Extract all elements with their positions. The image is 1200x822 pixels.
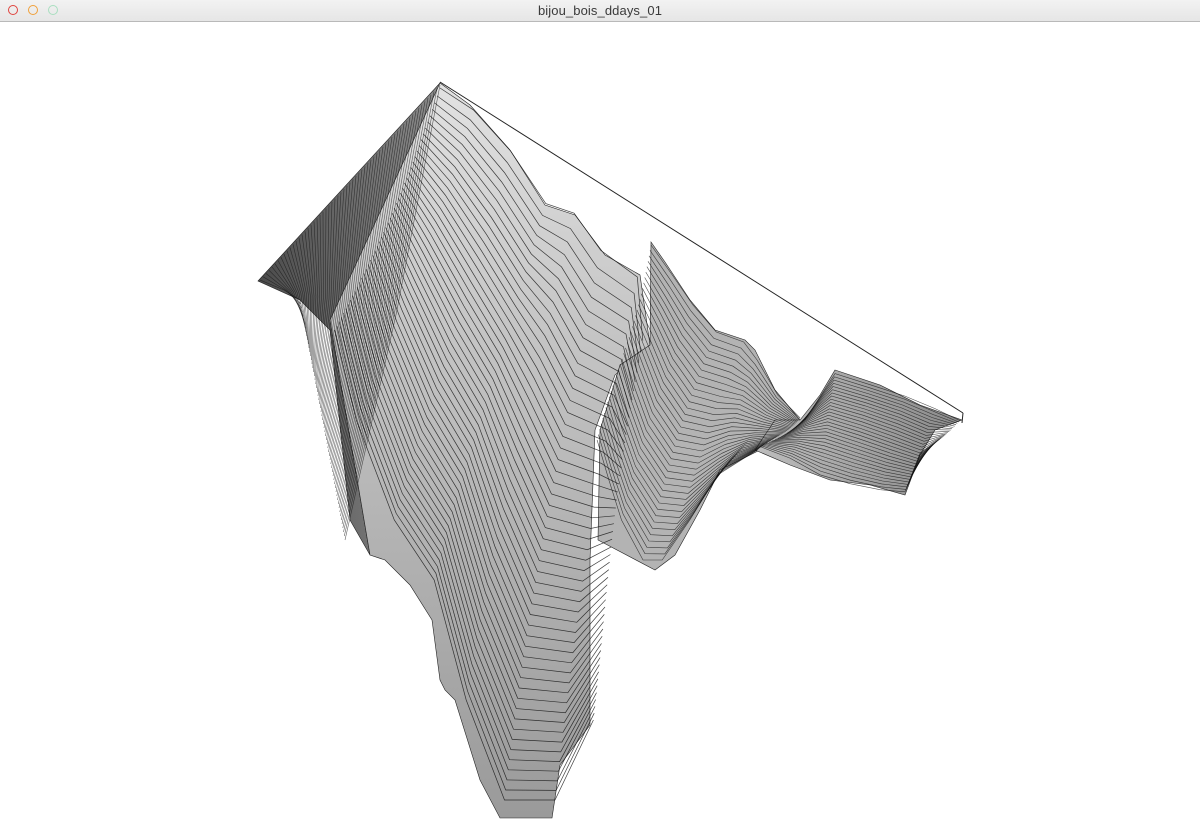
- title-bar[interactable]: bijou_bois_ddays_01: [0, 0, 1200, 22]
- terrain-surface: [257, 81, 964, 819]
- window-title: bijou_bois_ddays_01: [537, 3, 663, 18]
- app-window: bijou_bois_ddays_01: [0, 0, 1200, 822]
- sketch-canvas[interactable]: [0, 22, 1200, 822]
- right-edge: [961, 412, 964, 424]
